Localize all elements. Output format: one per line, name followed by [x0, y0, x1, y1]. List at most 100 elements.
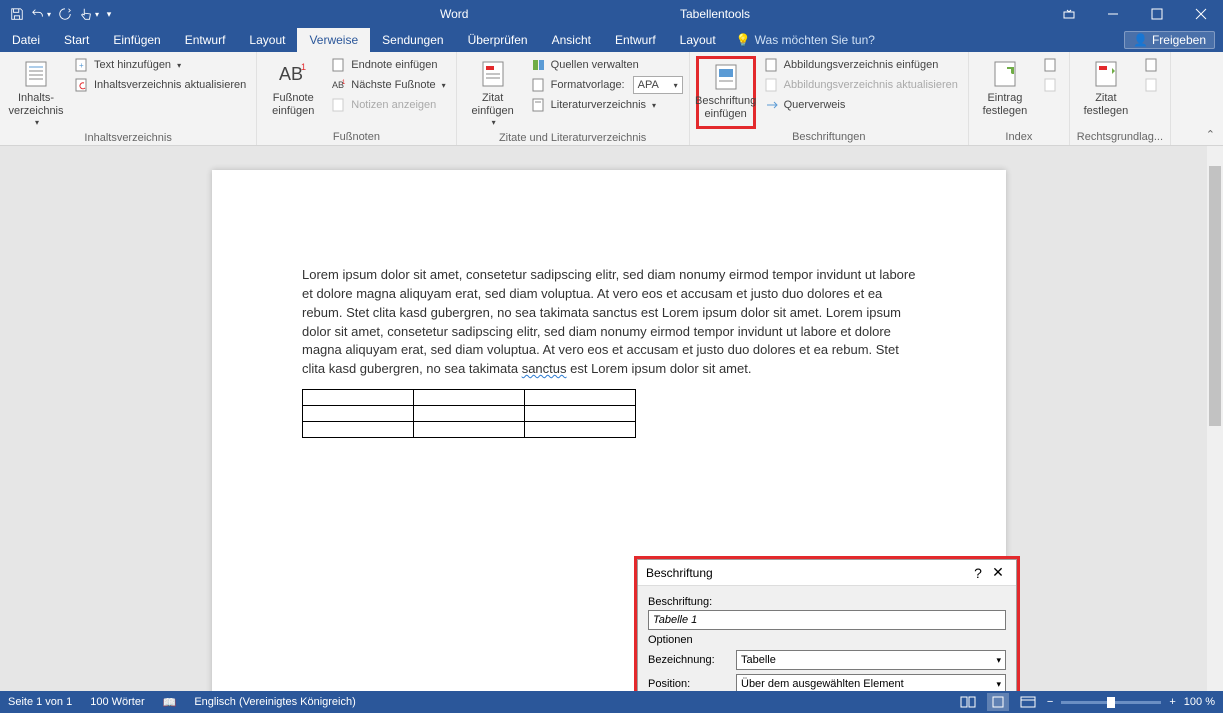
next-footnote-icon: AB1 [331, 77, 347, 93]
document-table[interactable] [302, 389, 636, 438]
footnote-icon: AB1 [277, 58, 309, 90]
svg-text:+: + [79, 61, 84, 70]
proofing-icon[interactable]: 📖 [163, 696, 177, 709]
tab-table-layout[interactable]: Layout [668, 28, 728, 52]
maximize-button[interactable] [1135, 0, 1179, 28]
tab-table-design[interactable]: Entwurf [603, 28, 668, 52]
cross-reference-button[interactable]: Querverweis [760, 96, 962, 114]
group-footnotes: AB1 Fußnote einfügen Endnote einfügen AB… [257, 52, 456, 145]
zoom-slider[interactable] [1061, 701, 1161, 704]
endnote-icon [331, 57, 347, 73]
redo-button[interactable] [54, 3, 76, 25]
update-toc-button[interactable]: Inhaltsverzeichnis aktualisieren [70, 76, 250, 94]
insert-caption-button[interactable]: Beschriftung einfügen [696, 56, 756, 129]
manage-sources-button[interactable]: Quellen verwalten [527, 56, 683, 74]
table-row[interactable] [303, 422, 636, 438]
style-icon [531, 77, 547, 93]
insert-citation-button[interactable]: Zitat einfügen▾ [463, 56, 523, 130]
show-notes-button[interactable]: Notizen anzeigen [327, 96, 449, 114]
update-toc-icon [74, 77, 90, 93]
read-mode-button[interactable] [957, 693, 979, 711]
qat-customize-button[interactable]: ▾ [102, 3, 116, 25]
svg-text:1: 1 [342, 80, 346, 86]
group-captions: Beschriftung einfügen Abbildungsverzeich… [690, 52, 969, 145]
update-tof-button[interactable]: Abbildungsverzeichnis aktualisieren [760, 76, 962, 94]
zoom-level[interactable]: 100 % [1184, 696, 1215, 708]
save-button[interactable] [6, 3, 28, 25]
toc-label: Inhalts- verzeichnis [8, 92, 63, 118]
caption-dialog: Beschriftung ? ✕ Beschriftung: Optionen … [637, 559, 1017, 691]
word-count[interactable]: 100 Wörter [90, 696, 144, 708]
touch-mode-button[interactable]: ▾ [78, 3, 100, 25]
mark-entry-label: Eintrag festlegen [983, 92, 1028, 118]
table-row[interactable] [303, 390, 636, 406]
ribbon-options-button[interactable] [1047, 0, 1091, 28]
group-citations-label: Zitate und Literaturverzeichnis [463, 130, 683, 144]
ribbon-tabs: Datei Start Einfügen Entwurf Layout Verw… [0, 28, 1223, 52]
show-notes-icon [331, 97, 347, 113]
insert-endnote-button[interactable]: Endnote einfügen [327, 56, 449, 74]
undo-button[interactable]: ▾ [30, 3, 52, 25]
vertical-scrollbar[interactable] [1207, 146, 1223, 691]
share-button[interactable]: 👤 Freigeben [1124, 31, 1215, 49]
tab-home[interactable]: Start [52, 28, 101, 52]
scrollbar-thumb[interactable] [1209, 166, 1221, 426]
app-title: Word [440, 7, 468, 21]
document-area: Lorem ipsum dolor sit amet, consetetur s… [0, 146, 1223, 691]
dialog-titlebar[interactable]: Beschriftung ? ✕ [638, 560, 1016, 586]
tab-design[interactable]: Entwurf [173, 28, 238, 52]
caption-input[interactable] [648, 610, 1006, 630]
tell-me-search[interactable]: 💡 Was möchten Sie tun? [736, 28, 875, 52]
group-footnotes-label: Fußnoten [263, 129, 449, 143]
tab-file[interactable]: Datei [0, 28, 52, 52]
paragraph[interactable]: Lorem ipsum dolor sit amet, consetetur s… [302, 266, 916, 379]
update-toa-button[interactable] [1140, 76, 1164, 94]
page-indicator[interactable]: Seite 1 von 1 [8, 696, 72, 708]
insert-footnote-button[interactable]: AB1 Fußnote einfügen [263, 56, 323, 129]
tab-layout[interactable]: Layout [237, 28, 297, 52]
person-icon: 👤 [1133, 33, 1148, 47]
dialog-close-button[interactable]: ✕ [988, 564, 1008, 581]
minimize-button[interactable] [1091, 0, 1135, 28]
ribbon-collapse-button[interactable]: ⌃ [1171, 52, 1223, 145]
position-label: Position: [648, 678, 728, 690]
tab-mailings[interactable]: Sendungen [370, 28, 455, 52]
print-layout-button[interactable] [987, 693, 1009, 711]
mark-entry-button[interactable]: Eintrag festlegen [975, 56, 1035, 129]
svg-text:1: 1 [301, 62, 306, 72]
group-index-label: Index [975, 129, 1063, 143]
add-text-button[interactable]: +Text hinzufügen▾ [70, 56, 250, 74]
tab-view[interactable]: Ansicht [540, 28, 603, 52]
insert-tof-button[interactable]: Abbildungsverzeichnis einfügen [760, 56, 962, 74]
insert-toa-button[interactable] [1140, 56, 1164, 74]
citation-label: Zitat einfügen [472, 92, 514, 118]
tab-insert[interactable]: Einfügen [101, 28, 172, 52]
mark-citation-button[interactable]: Zitat festlegen [1076, 56, 1136, 129]
options-section-label: Optionen [648, 634, 1006, 646]
sources-icon [531, 57, 547, 73]
bibliography-button[interactable]: Literaturverzeichnis▾ [527, 96, 683, 114]
update-index-icon [1043, 77, 1059, 93]
close-button[interactable] [1179, 0, 1223, 28]
language-indicator[interactable]: Englisch (Vereinigtes Königreich) [194, 696, 355, 708]
zoom-out-button[interactable]: − [1047, 696, 1053, 708]
tab-review[interactable]: Überprüfen [456, 28, 540, 52]
label-combo[interactable]: Tabelle▾ [736, 650, 1006, 670]
toc-button[interactable]: Inhalts- verzeichnis▾ [6, 56, 66, 130]
update-index-button[interactable] [1039, 76, 1063, 94]
spelling-error[interactable]: sanctus [522, 361, 567, 376]
group-authorities: Zitat festlegen Rechtsgrundlag... [1070, 52, 1171, 145]
style-combo[interactable]: APA▾ [633, 76, 683, 94]
svg-text:AB: AB [279, 64, 303, 84]
group-captions-label: Beschriftungen [696, 129, 962, 143]
web-layout-button[interactable] [1017, 693, 1039, 711]
next-footnote-button[interactable]: AB1Nächste Fußnote▾ [327, 76, 449, 94]
help-button[interactable]: ? [968, 565, 988, 581]
zoom-in-button[interactable]: + [1169, 696, 1175, 708]
table-row[interactable] [303, 406, 636, 422]
group-citations: Zitat einfügen▾ Quellen verwalten Format… [457, 52, 690, 145]
toc-icon [20, 58, 52, 90]
insert-index-button[interactable] [1039, 56, 1063, 74]
tab-references[interactable]: Verweise [297, 28, 370, 52]
position-combo[interactable]: Über dem ausgewählten Element▾ [736, 674, 1006, 691]
